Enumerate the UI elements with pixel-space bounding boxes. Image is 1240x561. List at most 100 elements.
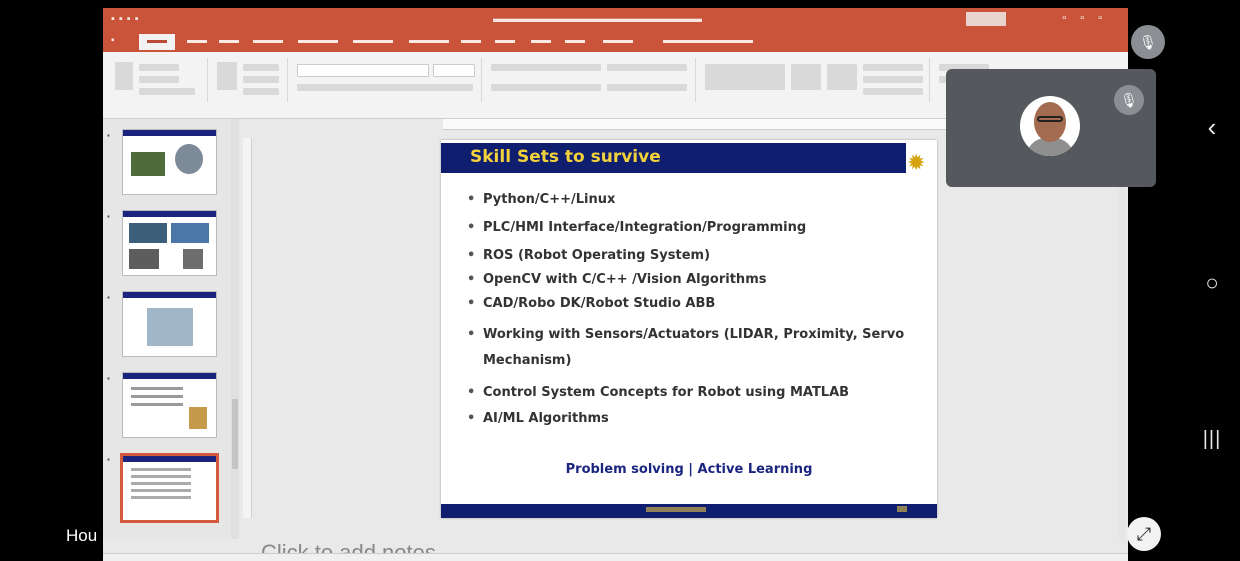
avatar-face [1034,102,1066,142]
tab-design[interactable]: ▬▬▬ [253,35,283,46]
tab-transitions[interactable]: ▬▬▬▬ [298,35,338,46]
paste-button[interactable] [115,62,133,90]
bullet-item[interactable]: Python/C++/Linux [467,192,937,207]
tab-file[interactable]: ▪ [111,35,115,46]
participant-video-tile[interactable]: 🎙 [946,69,1156,187]
slide-emphasis-text[interactable]: Problem solving | Active Learning [441,462,937,477]
slide-footer [441,504,937,518]
thumbnail-text [131,403,183,406]
tab-view[interactable]: ▬▬ [531,35,551,46]
status-bar [103,553,1128,561]
quick-styles-button[interactable] [827,64,857,90]
thumbnail-image [129,223,167,243]
home-icon[interactable]: ○ [1194,270,1230,296]
smartart-button[interactable] [607,84,687,91]
ribbon-group-drawing [699,58,930,102]
bullet-item[interactable]: Control System Concepts for Robot using … [467,385,937,400]
section-button[interactable] [243,88,279,95]
bullet-item[interactable]: CAD/Robo DK/Robot Studio ABB [467,296,937,311]
slide-number: ▪ [107,293,110,302]
scrollbar-thumb[interactable] [232,399,238,469]
quick-access-toolbar[interactable]: ▪▪▪▪ [111,13,143,25]
thumbnail-text [131,468,191,471]
font-size-box[interactable] [433,64,475,77]
thumbnail-image [129,249,159,269]
tab-draw[interactable]: ▬▬ [219,35,239,46]
thumbnail-image [171,223,209,243]
tab-acrobat[interactable]: ▬▬▬ [603,35,633,46]
shapes-gallery[interactable] [705,64,785,90]
thumbnail-header [123,130,216,136]
text-direction-button[interactable] [607,64,687,71]
bullet-item[interactable]: AI/ML Algorithms [467,411,937,426]
shape-effects-button[interactable] [863,88,923,95]
slide-number: ▪ [107,212,110,221]
tab-home[interactable]: ▬▬ [139,34,175,50]
thumbnail-header [123,292,216,298]
thumbnail-image [189,407,207,429]
slide-title[interactable]: Skill Sets to survive [470,147,661,167]
bullet-item[interactable]: ROS (Robot Operating System) [467,248,937,263]
slide-thumbnails-pane[interactable]: ▪ ▪ ▪ ▪ ▪ [103,119,232,539]
font-format-buttons[interactable] [297,84,473,91]
tab-insert[interactable]: ▬▬ [187,35,207,46]
vertical-ruler [243,138,252,518]
thumbnail-text [131,489,191,492]
bullet-item[interactable]: PLC/HMI Interface/Integration/Programmin… [467,220,937,235]
cut-button[interactable] [139,64,179,71]
tab-animations[interactable]: ▬▬▬▬ [353,35,393,46]
thumbnail-image [175,144,203,174]
footer-text [646,507,706,512]
bullet-list[interactable]: Python/C++/Linux PLC/HMI Interface/Integ… [467,192,937,426]
thumbnail-image [131,152,165,176]
slide-thumbnail-selected[interactable] [120,453,219,523]
rotate-icon[interactable]: ⤢ [1127,517,1161,551]
new-slide-button[interactable] [217,62,237,90]
slide-number: ▪ [107,455,110,464]
shape-outline-button[interactable] [863,76,923,83]
thumbnail-header [123,373,216,379]
slide-canvas[interactable]: Skill Sets to survive ✹ Python/C++/Linux… [441,140,937,518]
footer-slide-number [897,506,907,512]
slide-thumbnail[interactable] [122,291,217,357]
slide-thumbnail[interactable] [122,210,217,276]
sign-in-button[interactable] [966,12,1006,26]
tell-me-search[interactable]: ▬▬▬▬▬▬▬▬▬ [663,35,753,46]
tab-record[interactable]: ▬▬ [461,35,481,46]
arrange-button[interactable] [791,64,821,90]
alignment-buttons[interactable] [491,84,601,91]
layout-button[interactable] [243,64,279,71]
reset-button[interactable] [243,76,279,83]
tab-help[interactable]: ▬▬ [565,35,585,46]
copy-button[interactable] [139,76,179,83]
slide-title-bar: Skill Sets to survive [441,143,906,173]
mic-off-icon[interactable]: 🎙 [1131,25,1165,59]
tab-slideshow[interactable]: ▬▬▬▬ [409,35,449,46]
sun-logo-icon: ✹ [907,150,926,175]
thumbnail-image [183,249,203,269]
title-bar: ▪▪▪▪ ▬▬▬▬▬▬▬▬▬▬▬▬▬▬▬▬▬▬▬ ▫▫▫ [103,8,1128,32]
tab-review[interactable]: ▬▬ [495,35,515,46]
mic-off-icon[interactable]: 🎙 [1114,85,1144,115]
shape-fill-button[interactable] [863,64,923,71]
recents-icon[interactable]: ||| [1194,428,1230,451]
bullet-item[interactable]: Working with Sensors/Actuators (LIDAR, P… [467,322,923,374]
bullet-item[interactable]: OpenCV with C/C++ /Vision Algorithms [467,272,937,287]
ribbon-group-clipboard [107,58,208,102]
participant-name-label: Hou [66,526,98,545]
window-controls[interactable]: ▫▫▫ [1062,12,1116,24]
ribbon-group-paragraph [485,58,696,102]
thumbnail-header [123,456,216,462]
slide-number: ▪ [107,131,110,140]
thumbnail-text [131,475,191,478]
back-icon[interactable]: ‹ [1194,112,1230,143]
thumbnails-scrollbar[interactable] [231,119,239,539]
format-painter-button[interactable] [139,88,195,95]
slide-thumbnail[interactable] [122,372,217,438]
thumbnail-text [131,496,191,499]
font-name-box[interactable] [297,64,429,77]
document-title: ▬▬▬▬▬▬▬▬▬▬▬▬▬▬▬▬▬▬▬ [493,13,702,25]
slide-thumbnail[interactable] [122,129,217,195]
list-buttons[interactable] [491,64,601,71]
participant-avatar [1020,96,1080,156]
